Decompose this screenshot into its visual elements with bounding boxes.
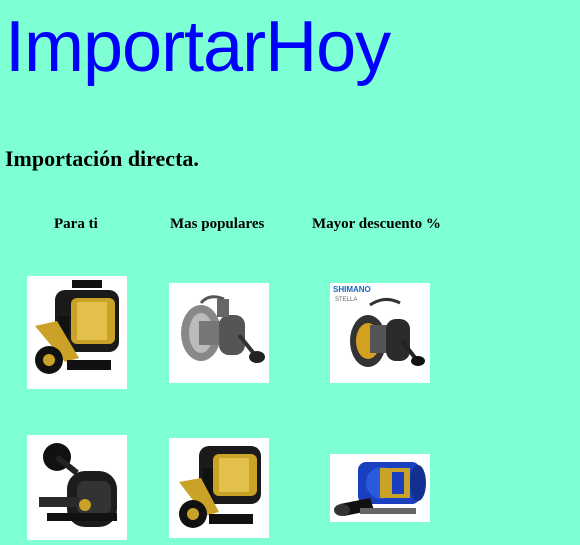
tagline: Importación directa. (5, 146, 199, 171)
brand-label: SHIMANO (333, 285, 371, 294)
tab-para-ti[interactable]: Para ti (54, 216, 98, 233)
product-image-6[interactable] (330, 454, 430, 522)
conventional-reel-black-gold-icon (35, 280, 119, 374)
conventional-reel-black-gold-icon (179, 446, 261, 528)
site-logo[interactable]: ImportarHoy (5, 6, 391, 88)
product-image-3[interactable]: SHIMANO STELLA (330, 283, 430, 383)
conventional-reel-blue-icon (334, 462, 426, 516)
model-label: STELLA (335, 297, 357, 303)
baitcasting-reel-black-icon (39, 443, 117, 527)
product-image-5[interactable] (169, 438, 269, 538)
product-image-2[interactable] (169, 283, 269, 383)
spinning-reel-gold-icon: SHIMANO STELLA (333, 285, 425, 367)
tab-mas-populares[interactable]: Mas populares (170, 216, 264, 233)
spinning-reel-silver-icon (181, 295, 265, 363)
product-image-1[interactable] (27, 276, 127, 389)
product-image-4[interactable] (27, 435, 127, 540)
tab-mayor-descuento[interactable]: Mayor descuento % (312, 216, 441, 233)
